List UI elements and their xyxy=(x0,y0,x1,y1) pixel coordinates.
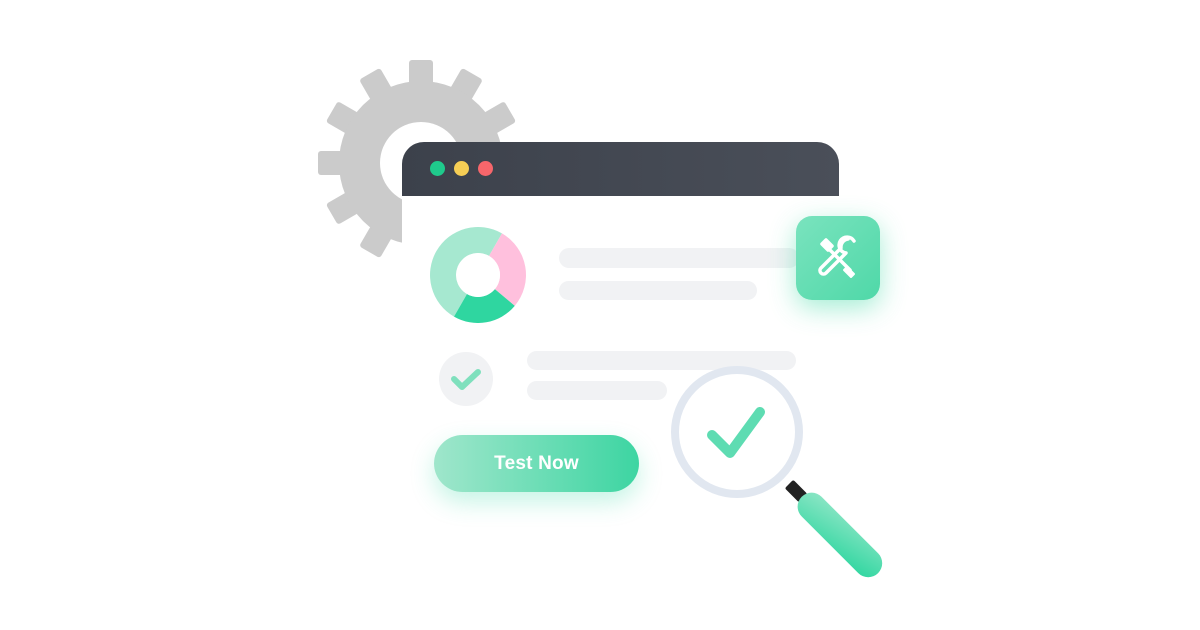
test-now-button[interactable]: Test Now xyxy=(434,435,639,492)
window-close-dot-green[interactable] xyxy=(430,161,445,176)
window-close-dot-red[interactable] xyxy=(478,161,493,176)
magnifier-check-icon xyxy=(671,366,883,578)
placeholder-line xyxy=(559,281,757,300)
window-minimize-dot-yellow[interactable] xyxy=(454,161,469,176)
donut-chart-icon xyxy=(430,227,526,323)
illustration-canvas: Test Now xyxy=(0,0,1200,630)
placeholder-line xyxy=(527,381,667,400)
check-icon xyxy=(451,369,481,390)
placeholder-line xyxy=(559,248,799,268)
wrench-screwdriver-icon xyxy=(818,235,856,278)
check-status-badge xyxy=(439,352,493,406)
tools-badge[interactable] xyxy=(796,216,880,300)
window-titlebar xyxy=(402,142,839,196)
